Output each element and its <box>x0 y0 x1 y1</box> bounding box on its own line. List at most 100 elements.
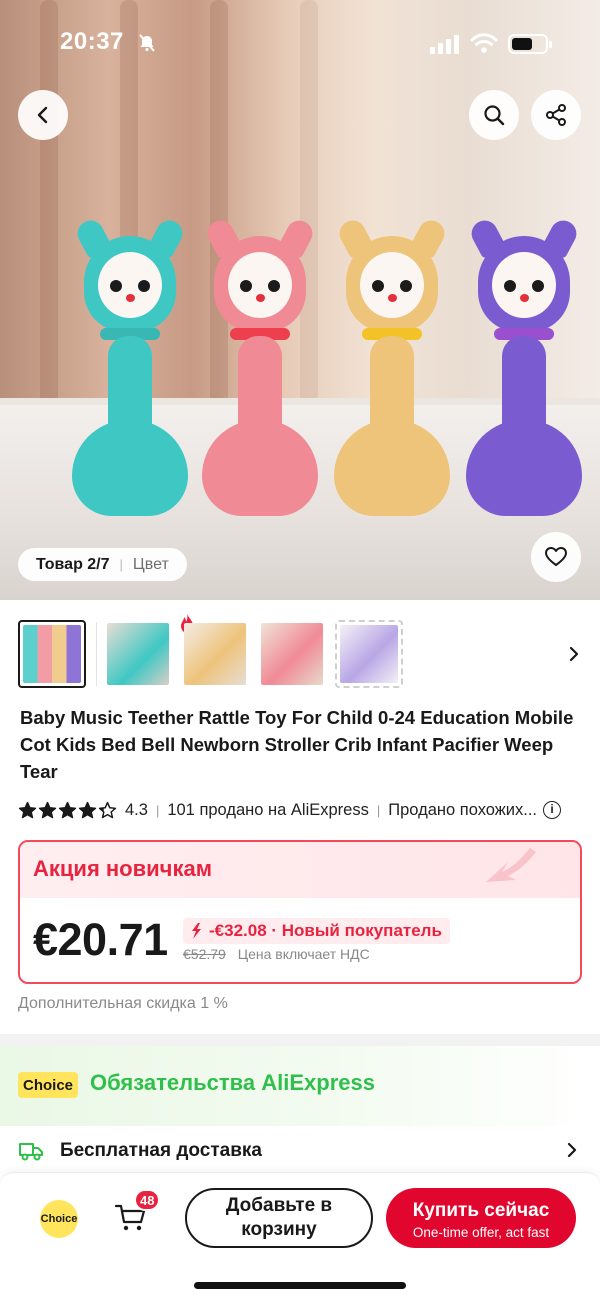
star-icon <box>38 801 57 819</box>
thumbnail-image <box>184 623 246 685</box>
wifi-icon <box>470 33 498 53</box>
battery-level <box>512 38 532 50</box>
wishlist-button[interactable] <box>531 532 581 582</box>
vat-note: Цена включает НДС <box>237 946 370 962</box>
toy-body <box>334 420 450 516</box>
star-icon <box>98 801 117 819</box>
newcomer-promo-card[interactable]: Акция новичкам €20.71 -€32.08 · Новый по… <box>18 840 582 984</box>
image-counter-label: Товар 2/7 <box>36 555 110 573</box>
status-time: 20:37 <box>60 28 124 55</box>
heart-icon <box>545 547 567 566</box>
thumbnail-image <box>23 625 81 683</box>
toy-teal <box>70 216 190 520</box>
toy-nose <box>256 294 265 302</box>
thumbnail-strip <box>18 613 588 690</box>
buy-now-label: Купить сейчас <box>412 1200 550 1221</box>
old-price: €52.79 <box>183 946 226 962</box>
star-icon <box>58 801 77 819</box>
thumbnail-image <box>107 623 169 685</box>
thumbnail-5[interactable] <box>335 620 403 688</box>
truck-icon <box>19 1143 43 1161</box>
arrow-down-icon <box>192 923 201 939</box>
chevron-left-icon <box>37 106 48 124</box>
thumbnail-2[interactable] <box>104 620 172 688</box>
chevron-right-icon <box>567 1142 577 1158</box>
extra-discount[interactable]: Дополнительная скидка 1 % <box>18 995 228 1013</box>
rating-row[interactable]: 4.3 | 101 продано на AliExpress | Продан… <box>18 799 584 821</box>
toy-nose <box>520 294 529 302</box>
thumbnail-image <box>340 625 398 683</box>
star-icon <box>18 801 37 819</box>
toy-yellow <box>332 216 452 520</box>
rating-value: 4.3 <box>125 800 148 819</box>
toy-eye <box>138 280 150 292</box>
current-price: €20.71 <box>33 914 168 965</box>
back-button[interactable] <box>18 90 68 140</box>
chevron-right-icon[interactable] <box>566 644 582 664</box>
image-counter[interactable]: Товар 2/7 | Цвет <box>18 548 187 581</box>
add-to-cart-button[interactable]: Добавьте в корзину <box>185 1188 373 1248</box>
toy-eye <box>240 280 252 292</box>
battery-icon <box>508 34 552 54</box>
toy-face <box>492 252 556 318</box>
toy-eye <box>268 280 280 292</box>
rating-divider: | <box>155 802 160 818</box>
toy-eye <box>110 280 122 292</box>
toy-nose <box>388 294 397 302</box>
buy-now-subtitle: One-time offer, act fast <box>412 1225 550 1240</box>
free-delivery-label: Бесплатная доставка <box>60 1140 262 1161</box>
toy-body <box>466 420 582 516</box>
thumbnail-4[interactable] <box>258 620 326 688</box>
toy-eye <box>400 280 412 292</box>
toy-head <box>214 236 306 332</box>
bottom-action-bar: Choice 48 Добавьте в корзину Купить сейч… <box>0 1172 600 1300</box>
buy-now-button[interactable]: Купить сейчас One-time offer, act fast <box>386 1188 576 1248</box>
sold-count: 101 продано на AliExpress <box>167 800 369 819</box>
share-button[interactable] <box>531 90 581 140</box>
star-icon <box>78 801 97 819</box>
search-button[interactable] <box>469 90 519 140</box>
arrow-down-decoration-icon <box>486 848 536 882</box>
toy-head <box>346 236 438 332</box>
counter-divider: | <box>119 557 123 572</box>
share-icon <box>546 104 566 126</box>
cart-count-badge: 48 <box>134 1189 161 1211</box>
rating-stars <box>18 801 117 819</box>
toy-eye <box>504 280 516 292</box>
battery-cap <box>549 41 552 48</box>
commitments-title: Обязательства AliExpress <box>90 1070 375 1095</box>
toy-head <box>478 236 570 332</box>
search-icon <box>484 105 505 126</box>
discount-badge: -€32.08 · Новый покупатель <box>183 918 450 944</box>
info-icon[interactable]: i <box>543 801 562 819</box>
choice-button[interactable]: Choice <box>40 1200 78 1238</box>
status-bar: 20:37 <box>0 0 600 90</box>
thumbnail-divider <box>96 622 97 686</box>
toy-face <box>98 252 162 318</box>
similar-sold: Продано похожих... <box>388 800 538 819</box>
product-image[interactable]: Товар 2/7 | Цвет <box>0 0 600 600</box>
toy-eye <box>532 280 544 292</box>
promo-header: Акция новичкам <box>20 842 580 898</box>
aliexpress-commitments[interactable]: Choice Обязательства AliExpress <box>0 1046 600 1126</box>
thumbnail-image <box>261 623 323 685</box>
choice-badge: Choice <box>18 1072 79 1098</box>
rating-divider: | <box>376 802 381 818</box>
toy-nose <box>126 294 135 302</box>
free-delivery-row[interactable]: Бесплатная доставка <box>18 1136 584 1166</box>
color-label: Цвет <box>132 555 169 573</box>
toy-head <box>84 236 176 332</box>
toy-eye <box>372 280 384 292</box>
toy-pink <box>200 216 320 520</box>
old-price-line: €52.79 Цена включает НДС <box>183 946 370 962</box>
product-title: Baby Music Teether Rattle Toy For Child … <box>20 707 574 782</box>
toy-purple <box>464 216 584 520</box>
home-indicator <box>194 1282 406 1289</box>
toy-body <box>202 420 318 516</box>
thumbnail-3[interactable] <box>181 620 249 688</box>
thumbnail-1[interactable] <box>18 620 86 688</box>
promo-title: Акция новичкам <box>33 856 212 881</box>
toy-face <box>228 252 292 318</box>
section-divider <box>0 1034 600 1046</box>
toy-body <box>72 420 188 516</box>
